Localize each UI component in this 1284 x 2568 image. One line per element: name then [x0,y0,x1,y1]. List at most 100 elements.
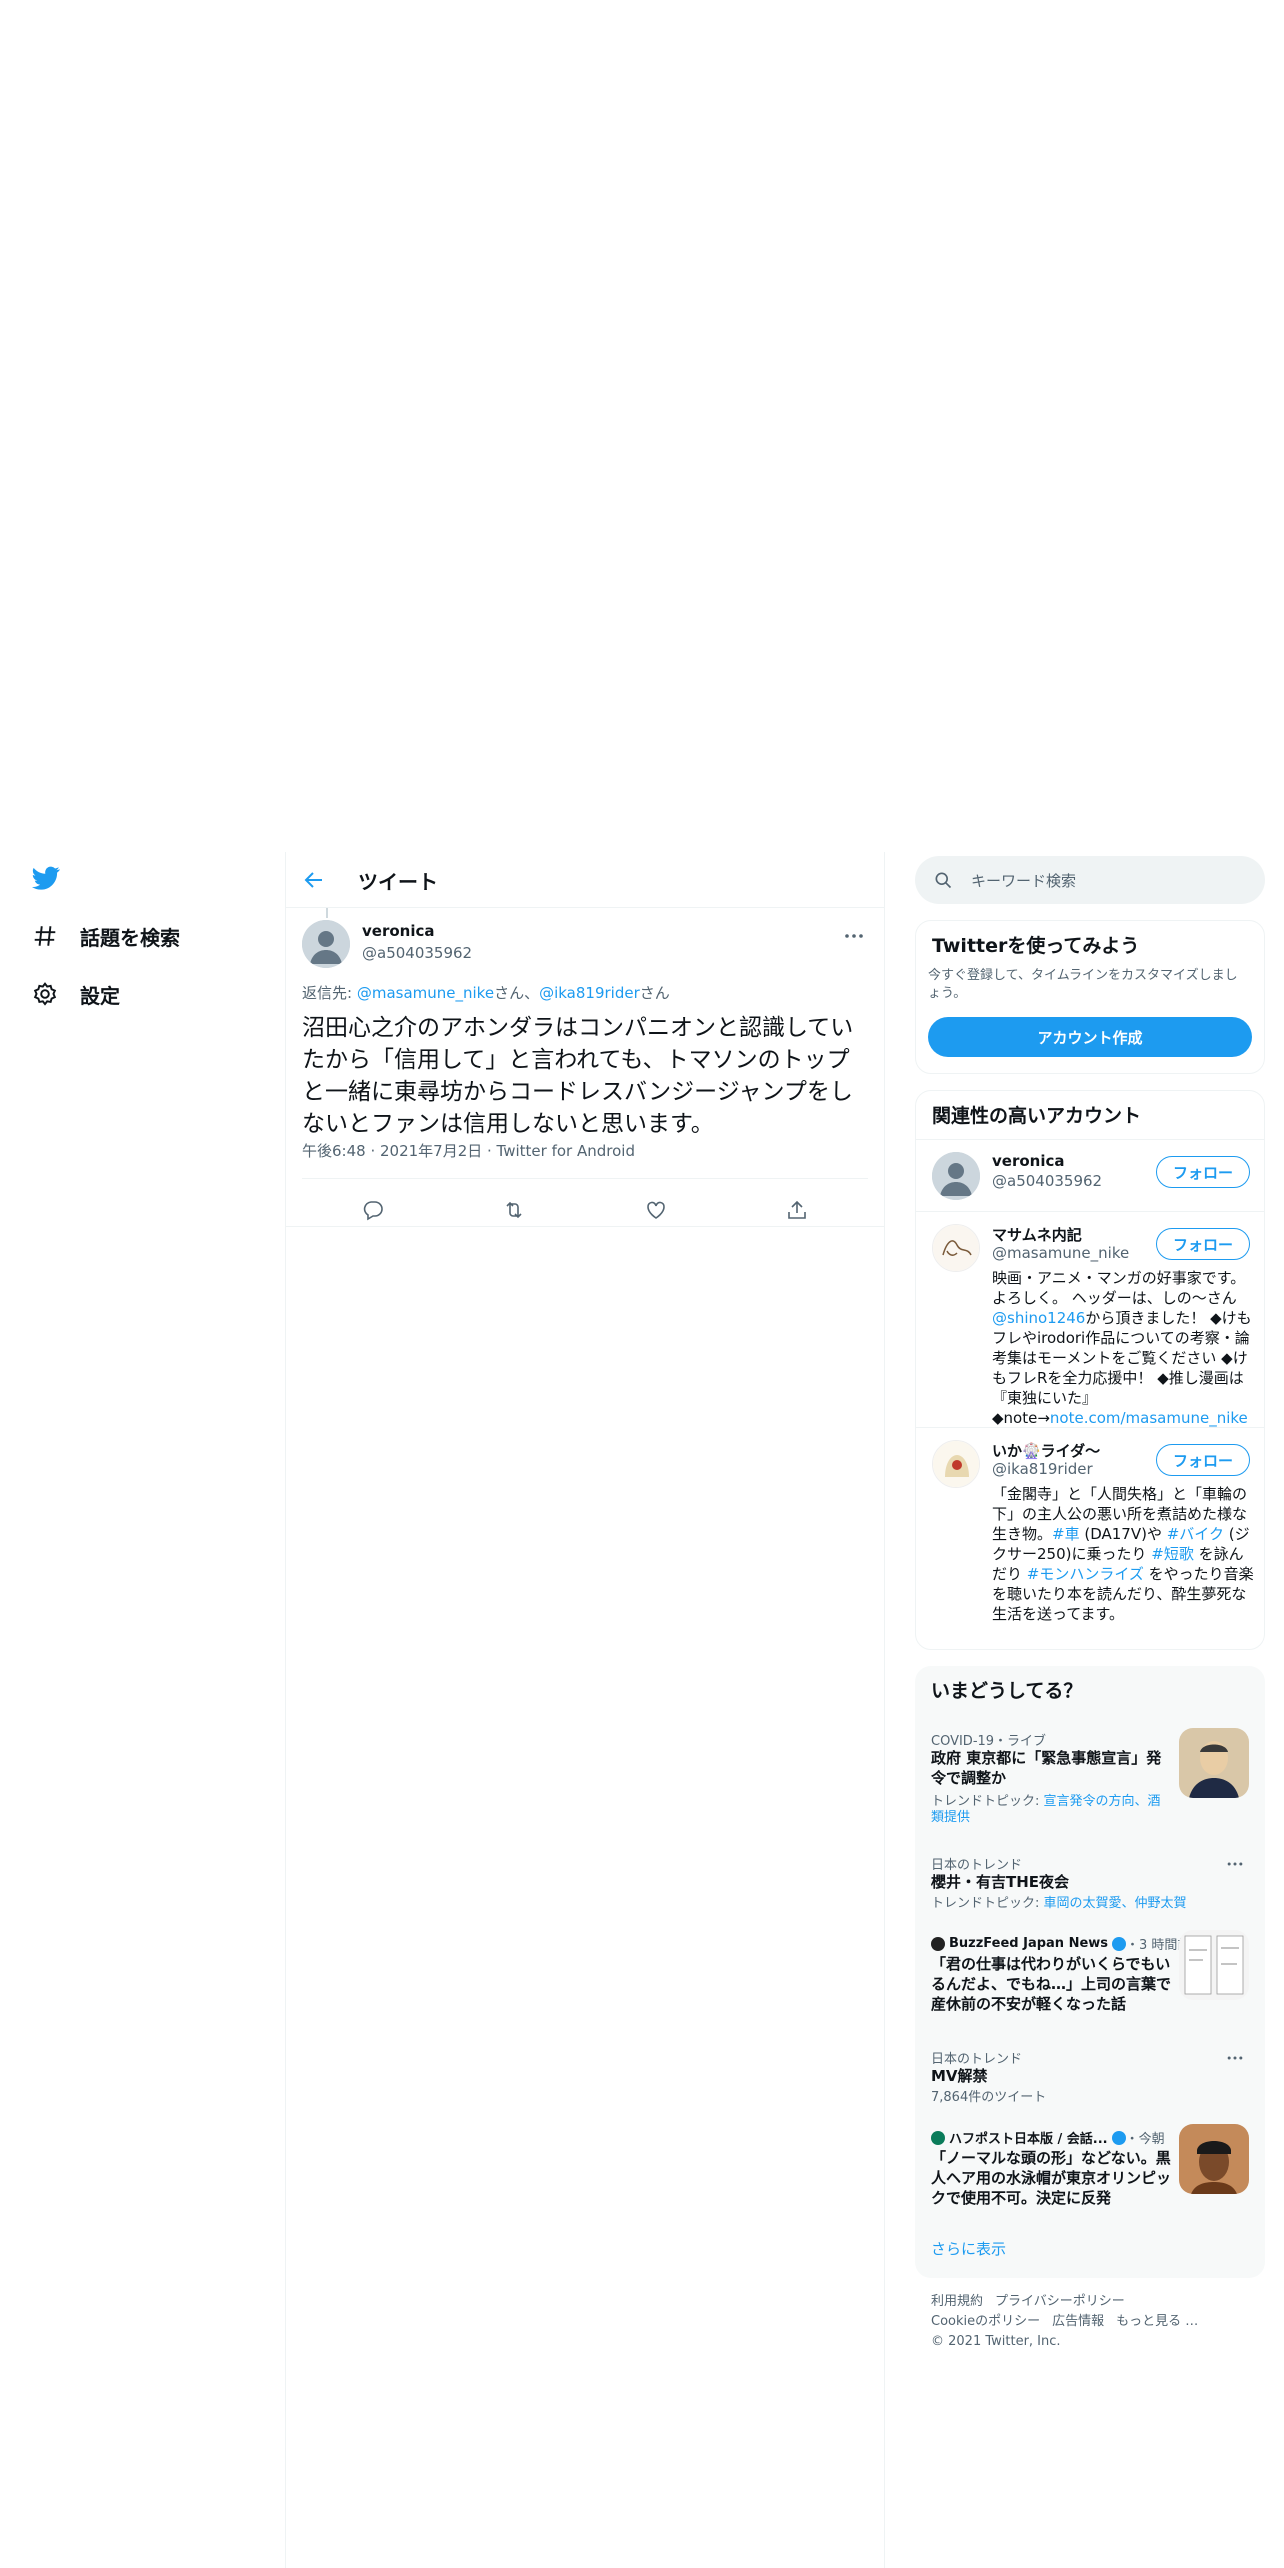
create-account-button[interactable]: アカウント作成 [928,1017,1252,1057]
avatar[interactable] [932,1440,980,1488]
bio-link[interactable]: @shino1246 [992,1309,1085,1327]
news-source-line: ハフポスト日本版 / 会話... ・今朝 [931,2128,1165,2147]
tweet-author-name[interactable]: veronica [362,922,435,940]
news-source-line: BuzzFeed Japan News ・3 時間前 [931,1934,1190,1953]
avatar[interactable] [932,1152,980,1200]
news-thumbnail [1179,1930,1249,2000]
trend-item[interactable]: BuzzFeed Japan News ・3 時間前 「君の仕事は代わりがいくら… [915,1926,1265,2040]
bio-text: (DA17V)や [1079,1525,1167,1543]
bio-link[interactable]: #モンハンライズ [1027,1565,1144,1583]
trend-item[interactable]: 日本のトレンド 櫻井・有吉THE夜会 トレンドトピック: 車岡の太賀愛、仲野太賀 [915,1846,1265,1926]
search-placeholder: キーワード検索 [971,872,1077,890]
page-title: ツイート [358,870,438,894]
source-logo-icon [931,1936,945,1951]
search-input[interactable]: キーワード検索 [915,856,1265,904]
nav-explore[interactable]: 話題を検索 [30,916,180,956]
trend-topic-link[interactable]: 車岡の太賀愛、仲野太賀 [1044,1896,1187,1911]
gear-icon [30,979,60,1009]
account-handle: @ika819rider [992,1460,1093,1478]
main-column: ツイート veronica @a504035962 返信先: @masamune… [285,852,885,2568]
bio-text: 映画・アニメ・マンガの好事家です。よろしく。 ヘッダーは、しの〜さん [992,1269,1246,1307]
account-bio: 「金閣寺」と「人間失格」と「車輪の下」の主人公の悪い所を煮詰めた様な生き物。#車… [992,1484,1254,1624]
bio-link[interactable]: #車 [1052,1525,1080,1543]
related-title: 関連性の高いアカウント [932,1105,1142,1127]
show-more-link[interactable]: さらに表示 [931,2238,1006,2259]
trend-item[interactable]: COVID-19・ライブ 政府 東京都に「緊急事態宣言」発令で調整か トレンドト… [915,1722,1265,1846]
more-options-icon[interactable] [1225,2048,1245,2068]
back-arrow-icon[interactable] [302,868,326,892]
avatar[interactable] [932,1224,980,1272]
retweet-icon[interactable] [502,1198,526,1222]
trends-title: いまどうしてる？ [931,1680,1083,1702]
footer-link[interactable]: 利用規約 [931,2294,983,2309]
reply-icon[interactable] [361,1198,385,1222]
signup-card: Twitterを使ってみよう 今すぐ登録して、タイムラインをカスタマイズしましょ… [915,920,1265,1074]
divider [302,1178,868,1179]
footer-link[interactable]: Cookieのポリシー [931,2314,1040,2329]
trend-title: 「君の仕事は代わりがいくらでもいるんだよ、でもね…」上司の言葉で産休前の不安が軽… [931,1955,1172,2013]
source-logo-icon [931,2130,945,2145]
copyright: © 2021 Twitter, Inc. [931,2334,1061,2349]
follow-button[interactable]: フォロー [1156,1156,1250,1188]
twitter-bird-icon[interactable] [30,864,62,892]
account-name: いか🎡ライダ〜 [992,1442,1101,1460]
account-name: veronica [992,1152,1065,1170]
reply-to-line: 返信先: @masamune_nikeさん、@ika819riderさん [302,982,670,1003]
trend-item[interactable]: ハフポスト日本版 / 会話... ・今朝 「ノーマルな頭の形」などない。黒人ヘア… [915,2120,1265,2224]
avatar[interactable] [302,920,350,968]
footer-link[interactable]: もっと見る … [1116,2314,1198,2329]
trend-category: 日本のトレンド [931,1858,1023,1873]
news-time: ・今朝 [1125,2132,1165,2147]
right-sidebar: キーワード検索 Twitterを使ってみよう 今すぐ登録して、タイムラインをカス… [915,852,1265,2568]
trend-item[interactable]: 日本のトレンド MV解禁 7,864件のツイート [915,2040,1265,2120]
account-item[interactable]: いか🎡ライダ〜 @ika819rider フォロー 「金閣寺」と「人間失格」と「… [916,1427,1264,1649]
news-source: BuzzFeed Japan News [949,1936,1109,1951]
tweet-author-handle[interactable]: @a504035962 [362,944,472,962]
bio-link[interactable]: #短歌 [1151,1545,1194,1563]
trend-subtitle: トレンドトピック: 車岡の太賀愛、仲野太賀 [931,1896,1187,1912]
more-options-icon[interactable] [1225,1854,1245,1874]
account-name: マサムネ内記 [992,1226,1082,1244]
trend-sub-prefix: トレンドトピック: [931,1794,1044,1809]
account-item[interactable]: マサムネ内記 @masamune_nike フォロー 映画・アニメ・マンガの好事… [916,1211,1264,1427]
account-item[interactable]: veronica @a504035962 フォロー [916,1139,1264,1211]
nav-explore-label: 話題を検索 [80,925,180,950]
share-icon[interactable] [785,1198,809,1222]
divider [286,1226,884,1227]
news-source: ハフポスト日本版 / 会話... [949,2132,1108,2147]
search-icon [933,870,953,890]
trend-title: 櫻井・有吉THE夜会 [931,1873,1070,1891]
nav-settings-label: 設定 [80,983,120,1008]
bio-link[interactable]: note.com/masamune_nike [1050,1409,1248,1427]
trend-subtitle: トレンドトピック: 宣言発令の方向、酒類提供 [931,1794,1171,1826]
follow-button[interactable]: フォロー [1156,1444,1250,1476]
trend-category: 日本のトレンド [931,2052,1023,2067]
account-handle: @masamune_nike [992,1244,1130,1262]
trends-card: いまどうしてる？ COVID-19・ライブ 政府 東京都に「緊急事態宣言」発令で… [915,1666,1265,2278]
thread-connector-line [326,908,328,918]
signup-title: Twitterを使ってみよう [932,935,1140,957]
footer-link[interactable]: プライバシーポリシー [995,2294,1125,2309]
trend-title: 「ノーマルな頭の形」などない。黒人ヘア用の水泳帽が東京オリンピックで使用不可。決… [931,2149,1172,2207]
bio-link[interactable]: #バイク [1167,1525,1224,1543]
hashtag-icon [30,921,60,951]
tweet-timestamp[interactable]: 午後6:48 · 2021年7月2日 · Twitter for Android [302,1140,635,1161]
reply-suffix: さん、 [494,984,540,1002]
nav-settings[interactable]: 設定 [30,974,120,1014]
more-options-icon[interactable] [842,924,866,948]
signup-description: 今すぐ登録して、タイムラインをカスタマイズしましょう。 [928,968,1238,1001]
news-thumbnail [1179,1728,1249,1798]
trend-title: 政府 東京都に「緊急事態宣言」発令で調整か [931,1749,1162,1787]
trend-category: COVID-19・ライブ [931,1734,1047,1749]
news-thumbnail [1179,2124,1249,2194]
reply-user-link[interactable]: @ika819rider [539,984,640,1002]
follow-button[interactable]: フォロー [1156,1228,1250,1260]
footer-link[interactable]: 広告情報 [1052,2314,1104,2329]
reply-user-link[interactable]: @masamune_nike [357,984,494,1002]
reply-suffix: さん [639,984,670,1002]
trend-sub-prefix: トレンドトピック: [931,1896,1044,1911]
main-header: ツイート [286,852,884,908]
tweet-text: 沼田心之介のアホンダラはコンパニオンと認識していたから「信用して」と言われても、… [302,1015,854,1137]
account-handle: @a504035962 [992,1172,1103,1190]
like-heart-icon[interactable] [644,1198,668,1222]
